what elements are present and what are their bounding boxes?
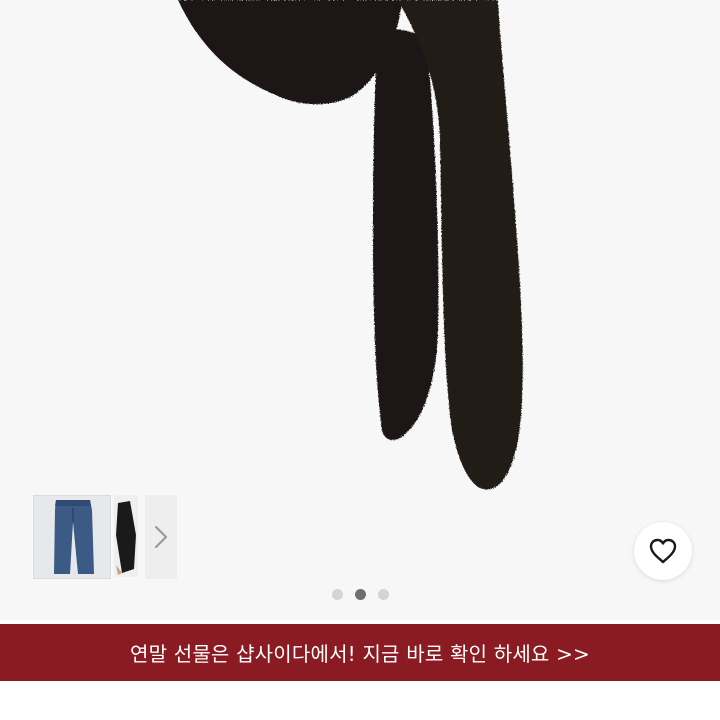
pager-dot[interactable]: [377, 589, 389, 600]
wishlist-button[interactable]: [634, 522, 692, 580]
thumbnail-next-button[interactable]: [145, 495, 177, 579]
promo-banner[interactable]: 연말 선물은 샵사이다에서! 지금 바로 확인 하세요 >>: [0, 624, 720, 681]
product-detail-page: 연말 선물은 샵사이다에서! 지금 바로 확인 하세요 >>: [0, 0, 720, 720]
promo-banner-text: 연말 선물은 샵사이다에서! 지금 바로 확인 하세요 >>: [129, 642, 591, 666]
pager-dot-active[interactable]: [354, 589, 366, 600]
black-item-thumbnail: [114, 495, 138, 577]
chevron-right-icon: [154, 525, 168, 549]
bottom-spacer: [0, 681, 720, 720]
thumbnail-jeans[interactable]: [33, 495, 111, 579]
pager-dot[interactable]: [331, 589, 343, 600]
heart-icon: [649, 538, 677, 564]
thumbnail-strip: [33, 495, 177, 579]
denim-jeans-thumbnail: [34, 496, 110, 578]
thumbnail-black-item[interactable]: [114, 495, 138, 577]
image-pager: [0, 589, 720, 600]
